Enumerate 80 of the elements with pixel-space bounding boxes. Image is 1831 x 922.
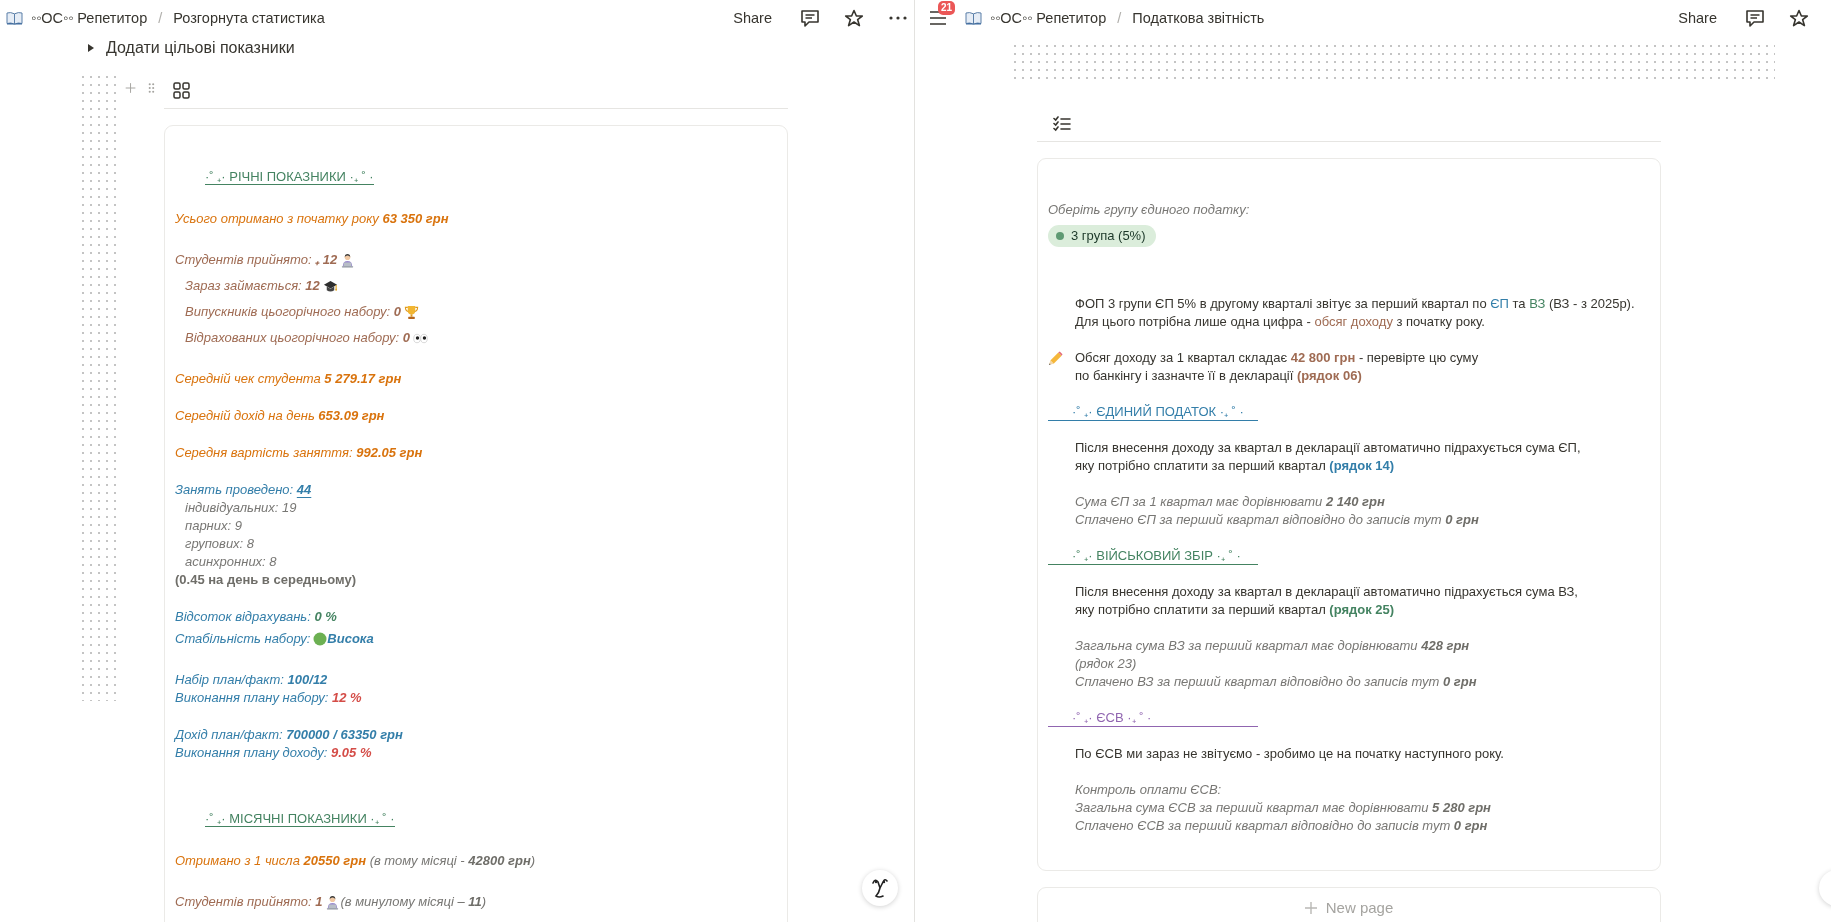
stat-line: асинхронних: 8 <box>185 553 277 571</box>
stat-line: Набір план/факт: 100/12 <box>175 671 328 689</box>
stat-line: Занять проведено: 44 <box>175 481 312 499</box>
section-heading: ·˚ ₊· ЄСВ ·₊ ˚ · <box>1048 709 1258 727</box>
note-text: Контроль оплати ЄСВ: <box>1075 781 1222 799</box>
note-text: яку потрібно сплатити за перший квартал (рядок 25) <box>1075 601 1395 619</box>
notification-badge: 21 <box>938 1 956 15</box>
stat-line: групових: 8 <box>185 535 255 553</box>
note-text: Після внесення доходу за квартал в декларації автоматично підрахується сума ЄП, <box>1075 439 1581 457</box>
stat-line: Зараз займається: 12 <box>185 277 320 295</box>
toggle-arrow-icon[interactable] <box>86 43 96 53</box>
note-text: (рядок 23) <box>1075 655 1137 673</box>
stat-line: (в минулому місяці – 11) <box>340 893 487 911</box>
star-icon[interactable] <box>1789 8 1809 28</box>
stat-line: Виконання плану доходу: 9.05 % <box>175 744 372 762</box>
more-icon[interactable] <box>888 16 908 20</box>
dot-icon <box>1056 232 1064 240</box>
stat-line: Випускників цьогорічного набору: 0 <box>185 303 401 321</box>
circle-icon <box>313 632 328 646</box>
section-heading: ·˚ ₊· РІЧНІ ПОКАЗНИКИ ·₊ ˚ · <box>205 169 374 185</box>
person-laptop-icon <box>325 894 341 910</box>
note-text: Загальна сума ЄСВ за перший квартал має дорівнювати 5 280 грн <box>1075 799 1491 817</box>
stat-line: Середній дохід на день 653.09 грн <box>175 407 385 425</box>
stat-line: Стабільність набору: <box>175 630 311 648</box>
share-button[interactable]: Share <box>727 7 778 29</box>
comment-icon[interactable] <box>1745 8 1765 28</box>
menu-icon[interactable] <box>929 11 947 25</box>
breadcrumb-link[interactable]: ◦◦ОС◦◦ Репетитор <box>31 8 148 28</box>
stat-line: Студентів прийнято: ₊ 12 <box>175 251 338 269</box>
pencil-icon <box>1048 350 1063 366</box>
share-button[interactable]: Share <box>1672 7 1723 29</box>
note-text: По ЄСВ ми зараз не звітуємо - зробимо це на початку наступного року. <box>1075 745 1504 763</box>
stat-line: Студентів прийнято: 1 <box>175 893 323 911</box>
section-heading: ·˚ ₊· ЄДИНИЙ ПОДАТОК ·₊ ˚ · <box>1048 403 1258 421</box>
note-text: Обсяг доходу за 1 квартал складає 42 800 грн - перевірте цю суму <box>1075 349 1479 367</box>
drag-handle-icon[interactable] <box>148 80 155 96</box>
note-text: Для цього потрібна лише одна цифра - обсяг доходу з початку року. <box>1075 313 1485 331</box>
stat-line: парних: 9 <box>185 517 242 535</box>
book-icon <box>965 11 982 25</box>
note-text: Сплачено ЄП за перший квартал відповідно до записів тут 0 грн <box>1075 511 1479 529</box>
note-text: по банкінгу і зазначте її в декларації (рядок 06) <box>1075 367 1362 385</box>
round-button[interactable] <box>862 870 898 906</box>
breadcrumb-link[interactable]: Розгорнута статистика <box>173 8 325 28</box>
stat-line: Виконання плану набору: 12 % <box>175 689 362 707</box>
prompt-text: Оберіть групу єдиного податку: <box>1048 201 1250 219</box>
group-tag[interactable]: 3 група (5%) <box>1048 225 1156 247</box>
add-icon <box>1304 902 1317 914</box>
comment-icon[interactable] <box>800 8 820 28</box>
note-text: Загальна сума ВЗ за перший квартал має дорівнювати 428 грн <box>1075 637 1470 655</box>
checklist-icon[interactable] <box>1053 115 1071 132</box>
eyes-icon <box>413 332 429 344</box>
section-heading: ·˚ ₊· ВІЙСЬКОВИЙ ЗБІР ·₊ ˚ · <box>1048 547 1258 565</box>
gallery-view-icon[interactable] <box>173 82 190 99</box>
breadcrumb-link[interactable]: ◦◦ОС◦◦ Репетитор <box>990 8 1107 28</box>
breadcrumb-separator: / <box>158 10 163 26</box>
stat-line: індивідуальних: 19 <box>185 499 297 517</box>
breadcrumb-link[interactable]: Податкова звітність <box>1132 8 1265 28</box>
note-text: ФОП 3 групи ЄП 5% в другому кварталі звітує за перший квартал по ЄП та ВЗ (ВЗ - з 2025р). <box>1075 295 1635 313</box>
star-icon[interactable] <box>844 8 864 28</box>
graduation-cap-icon <box>322 278 338 294</box>
stat-line: Висока <box>327 630 374 648</box>
stat-line: Усього отримано з початку року 63 350 грн <box>175 210 449 228</box>
note-text: яку потрібно сплатити за перший квартал (рядок 14) <box>1075 457 1395 475</box>
note-text: Сплачено ВЗ за перший квартал відповідно до записів тут 0 грн <box>1075 673 1477 691</box>
toggle-item[interactable]: Додати цільові показники <box>106 39 295 57</box>
book-icon <box>6 11 23 25</box>
breadcrumb-separator: / <box>1117 10 1122 26</box>
section-heading: ·˚ ₊· МІСЯЧНІ ПОКАЗНИКИ ·₊ ˚ · <box>205 811 395 827</box>
note-text: Сума ЄП за 1 квартал має дорівнювати 2 140 грн <box>1075 493 1385 511</box>
person-laptop-icon <box>340 252 356 268</box>
stat-line: Середня вартість заняття: 992.05 грн <box>175 444 423 462</box>
stat-line: Відрахованих цьогорічного набору: 0 <box>185 329 411 347</box>
stat-line: Отримано з 1 числа 20550 грн (в тому місяці - 42800 грн) <box>175 852 536 870</box>
stat-line: (0.45 на день в середньому) <box>175 571 356 589</box>
note-text: Сплачено ЄСВ за перший квартал відповідно до записів тут 0 грн <box>1075 817 1488 835</box>
note-text: Після внесення доходу за квартал в декларації автоматично підрахується сума ВЗ, <box>1075 583 1578 601</box>
trophy-icon <box>404 304 419 320</box>
stat-line: Середній чек студента 5 279.17 грн <box>175 370 402 388</box>
stat-line: Дохід план/факт: 700000 / 63350 грн <box>175 726 403 744</box>
stat-line: Відсоток відрахувань: 0 % <box>175 608 337 626</box>
